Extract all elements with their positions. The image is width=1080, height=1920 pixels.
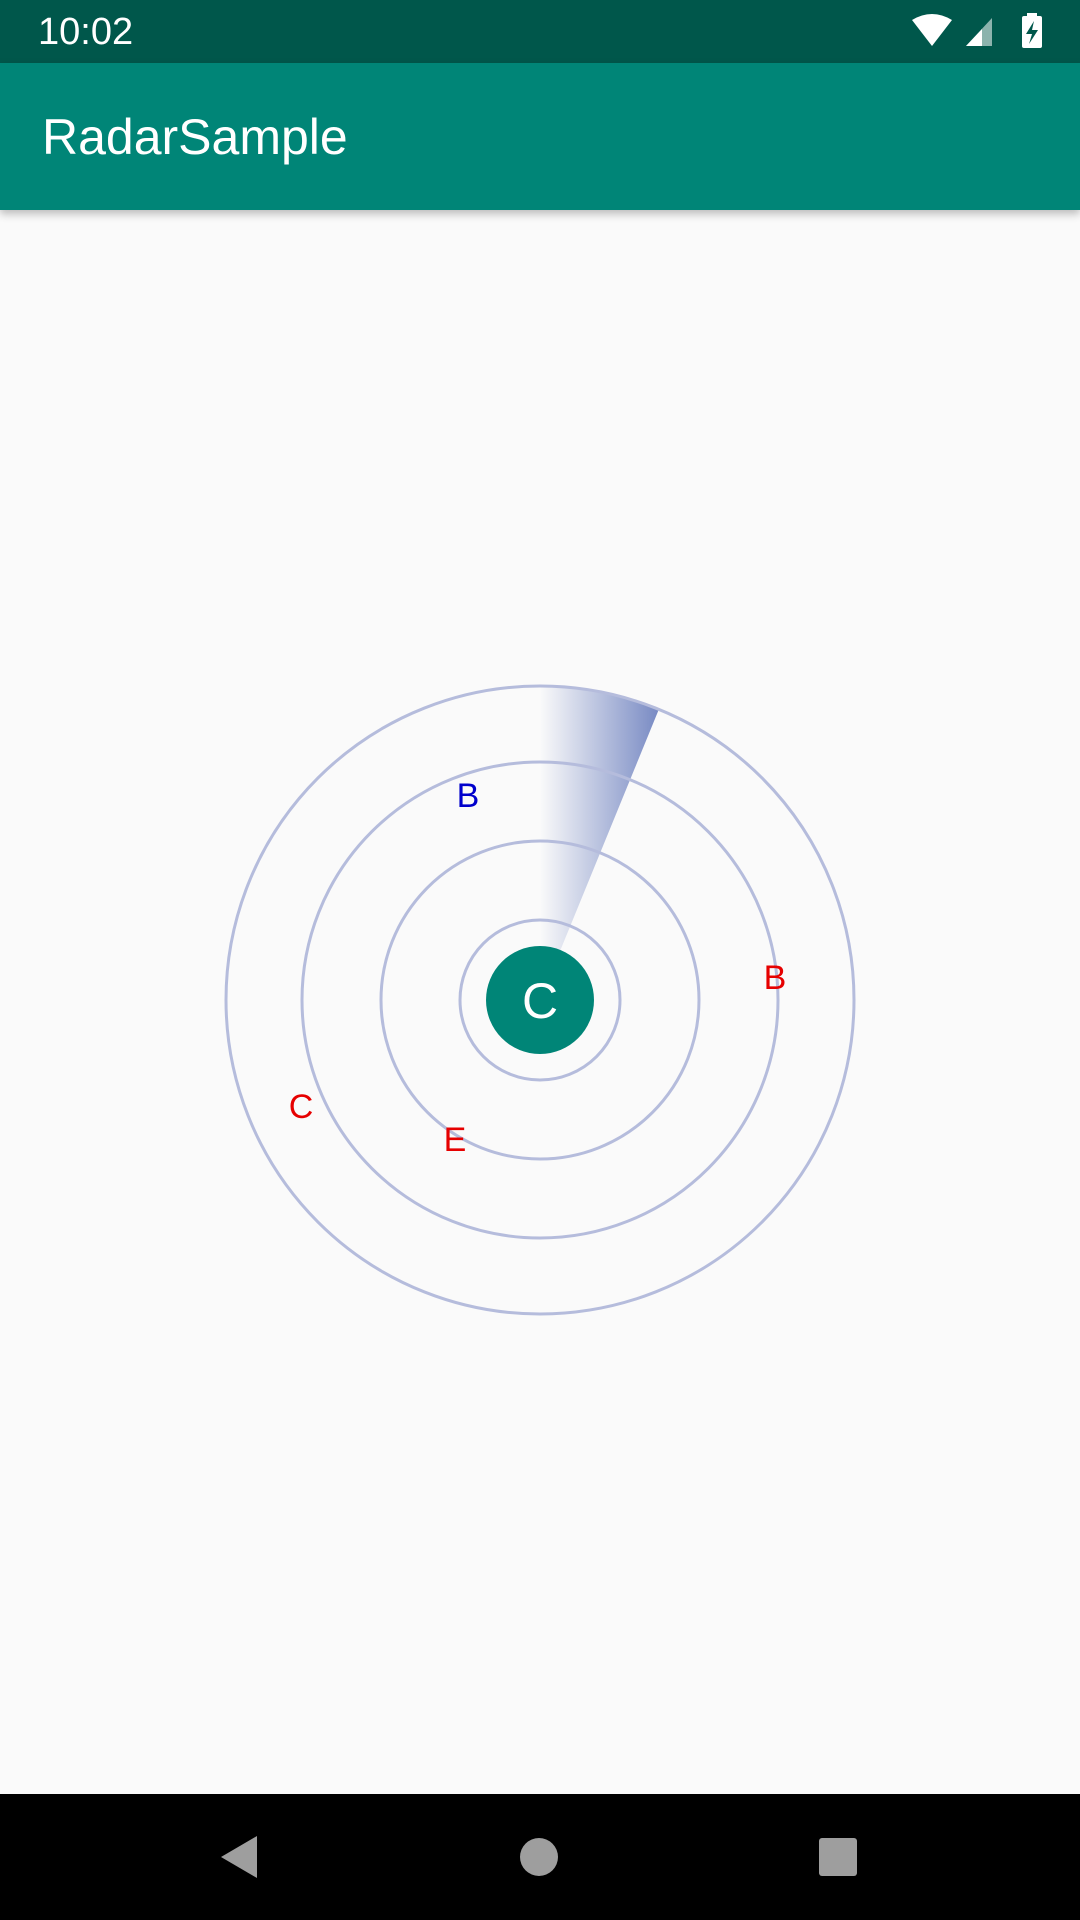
radar-target-label[interactable]: E [444,1121,467,1159]
radar-canvas: C B B C E [224,684,856,1316]
radar-view: C B B C E [0,210,1080,1794]
cell-signal-icon [966,18,992,46]
wifi-icon [912,14,952,46]
battery-charging-icon [1022,13,1042,48]
home-button[interactable] [509,1827,569,1887]
home-icon [520,1838,558,1876]
status-icons [912,13,1042,48]
radar-target-label[interactable]: B [764,959,787,997]
back-icon [221,1836,257,1878]
radar-target-label[interactable]: B [457,777,480,815]
radar-center-label: C [522,973,558,1029]
app-title: RadarSample [42,109,348,165]
radar-target-label[interactable]: C [289,1088,314,1126]
recents-button[interactable] [808,1827,868,1887]
app-bar: RadarSample [0,63,1080,210]
status-time: 10:02 [38,11,134,53]
status-bar: 10:02 [0,0,1080,63]
recents-icon [819,1838,857,1876]
back-button[interactable] [209,1827,269,1887]
navigation-bar [0,1794,1080,1920]
